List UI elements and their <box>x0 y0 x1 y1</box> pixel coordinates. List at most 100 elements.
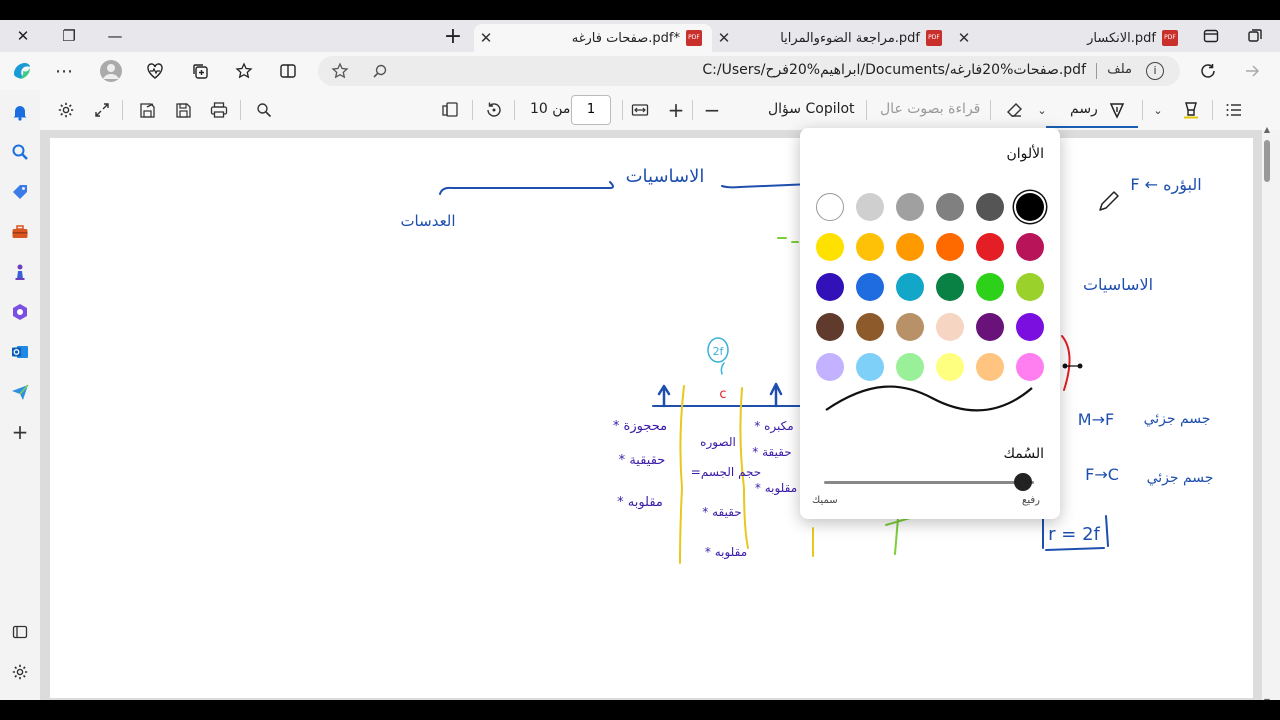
color-swatch[interactable] <box>976 193 1004 221</box>
color-swatch[interactable] <box>936 313 964 341</box>
add-favorite-icon[interactable] <box>330 61 350 81</box>
games-button[interactable] <box>10 262 30 282</box>
draw-pen-icon[interactable] <box>1106 99 1128 121</box>
page-view-button[interactable] <box>440 100 460 120</box>
hide-sidebar-button[interactable] <box>10 622 30 642</box>
color-swatch[interactable] <box>816 273 844 301</box>
vertical-scrollbar[interactable]: ▲ ▼ <box>1262 125 1272 701</box>
minimize-window-button[interactable]: — <box>92 20 138 52</box>
thickness-slider[interactable] <box>824 481 1034 484</box>
color-swatch[interactable] <box>856 313 884 341</box>
save-as-button[interactable] <box>137 100 157 120</box>
draw-options-button[interactable]: ⌄ <box>1034 100 1050 120</box>
color-swatch[interactable] <box>1016 233 1044 261</box>
color-swatch[interactable] <box>896 273 924 301</box>
contents-button[interactable] <box>1224 100 1244 120</box>
search-sidebar-button[interactable] <box>10 142 30 162</box>
microsoft365-button[interactable] <box>10 302 30 322</box>
color-swatch[interactable] <box>816 353 844 381</box>
color-swatch[interactable] <box>1016 193 1044 221</box>
read-aloud-button[interactable]: قراءة بصوت عال <box>880 101 980 117</box>
close-tab-icon[interactable]: ✕ <box>474 29 498 47</box>
close-tab-icon[interactable]: ✕ <box>952 29 976 47</box>
color-swatch[interactable] <box>816 233 844 261</box>
color-swatch[interactable] <box>1016 273 1044 301</box>
color-swatch[interactable] <box>1016 353 1044 381</box>
color-swatch[interactable] <box>856 273 884 301</box>
fullscreen-button[interactable] <box>92 100 112 120</box>
profile-button[interactable] <box>98 58 124 84</box>
workspaces-button[interactable] <box>1232 20 1278 52</box>
favorites-button[interactable] <box>232 60 256 82</box>
restore-window-button[interactable]: ❐ <box>46 20 92 52</box>
rotate-button[interactable] <box>484 100 504 120</box>
color-swatch[interactable] <box>856 353 884 381</box>
settings-more-button[interactable]: ⋯ <box>50 60 78 82</box>
outlook-button[interactable] <box>10 342 30 362</box>
save-button[interactable] <box>173 100 193 120</box>
browser-window: ✕ ❐ — + ✕ صفحات فارغه.pdf* PDF ✕ مراجعة … <box>0 20 1280 700</box>
fit-width-button[interactable] <box>630 100 650 120</box>
new-tab-button[interactable]: + <box>430 20 476 52</box>
search-icon <box>12 144 28 160</box>
color-swatch[interactable] <box>936 273 964 301</box>
scroll-down-icon[interactable]: ▼ <box>1262 696 1272 701</box>
forward-button[interactable] <box>1240 59 1264 83</box>
split-screen-button[interactable] <box>276 60 300 82</box>
color-swatch[interactable] <box>976 353 1004 381</box>
color-swatch[interactable] <box>816 313 844 341</box>
highlight-options-button[interactable]: ⌄ <box>1150 100 1166 120</box>
color-swatch[interactable] <box>896 233 924 261</box>
toolbar-divider <box>622 100 623 120</box>
pdf-settings-button[interactable] <box>56 100 76 120</box>
color-swatch[interactable] <box>896 193 924 221</box>
collections-button[interactable] <box>188 60 212 82</box>
sidebar-settings-button[interactable] <box>10 662 30 682</box>
page-number-input[interactable]: 1 <box>571 95 611 125</box>
tools-button[interactable] <box>10 222 30 242</box>
shopping-button[interactable] <box>10 182 30 202</box>
drop-button[interactable] <box>10 382 30 402</box>
ask-copilot-button[interactable]: سؤال Copilot <box>768 101 855 117</box>
draw-button[interactable]: رسم <box>1070 101 1098 117</box>
find-button[interactable] <box>254 100 274 120</box>
url-field[interactable]: C:/Users/ابراهيم%20فرح/Documents/صفحات%2… <box>318 56 1180 86</box>
tab-refraction[interactable]: ✕ الانكسار.pdf PDF <box>952 24 1188 52</box>
close-window-button[interactable]: ✕ <box>0 20 46 52</box>
highlight-button[interactable] <box>1180 99 1202 121</box>
scrollbar-thumb[interactable] <box>1264 140 1270 182</box>
thickness-slider-thumb[interactable] <box>1014 473 1032 491</box>
color-swatch[interactable] <box>936 233 964 261</box>
color-swatch[interactable] <box>856 193 884 221</box>
notifications-button[interactable] <box>10 102 30 122</box>
page-count-label: من 10 <box>530 101 571 117</box>
color-swatch[interactable] <box>936 193 964 221</box>
color-swatch[interactable] <box>976 313 1004 341</box>
color-swatch[interactable] <box>896 313 924 341</box>
zoom-in-button[interactable]: + <box>666 98 686 122</box>
color-swatch[interactable] <box>816 193 844 221</box>
scroll-up-icon[interactable]: ▲ <box>1262 124 1272 134</box>
tab-light-mirrors-review[interactable]: ✕ مراجعة الضوءوالمرايا.pdf PDF <box>712 24 952 52</box>
zoom-search-icon[interactable] <box>370 61 390 81</box>
restore-icon: ❐ <box>62 27 76 45</box>
eraser-button[interactable] <box>1004 100 1024 120</box>
tab-actions-button[interactable] <box>1188 20 1234 52</box>
pdf-page[interactable]: الاساسيات العدسات F ← البؤره الاساسيات M… <box>50 138 1253 698</box>
color-swatch[interactable] <box>1016 313 1044 341</box>
edge-copilot-button[interactable] <box>8 57 36 85</box>
browser-essentials-button[interactable] <box>143 60 167 82</box>
tab-blank-pages[interactable]: ✕ صفحات فارغه.pdf* PDF <box>474 24 712 52</box>
color-swatch[interactable] <box>976 273 1004 301</box>
close-tab-icon[interactable]: ✕ <box>712 29 736 47</box>
color-swatch[interactable] <box>856 233 884 261</box>
color-swatch[interactable] <box>896 353 924 381</box>
info-icon[interactable]: i <box>1146 62 1164 80</box>
zoom-out-button[interactable]: − <box>702 98 722 122</box>
color-swatch[interactable] <box>976 233 1004 261</box>
toolbar-divider <box>1212 100 1213 120</box>
print-button[interactable] <box>209 100 229 120</box>
color-swatch[interactable] <box>936 353 964 381</box>
refresh-button[interactable] <box>1196 59 1220 83</box>
add-sidebar-app-button[interactable]: + <box>10 420 30 444</box>
